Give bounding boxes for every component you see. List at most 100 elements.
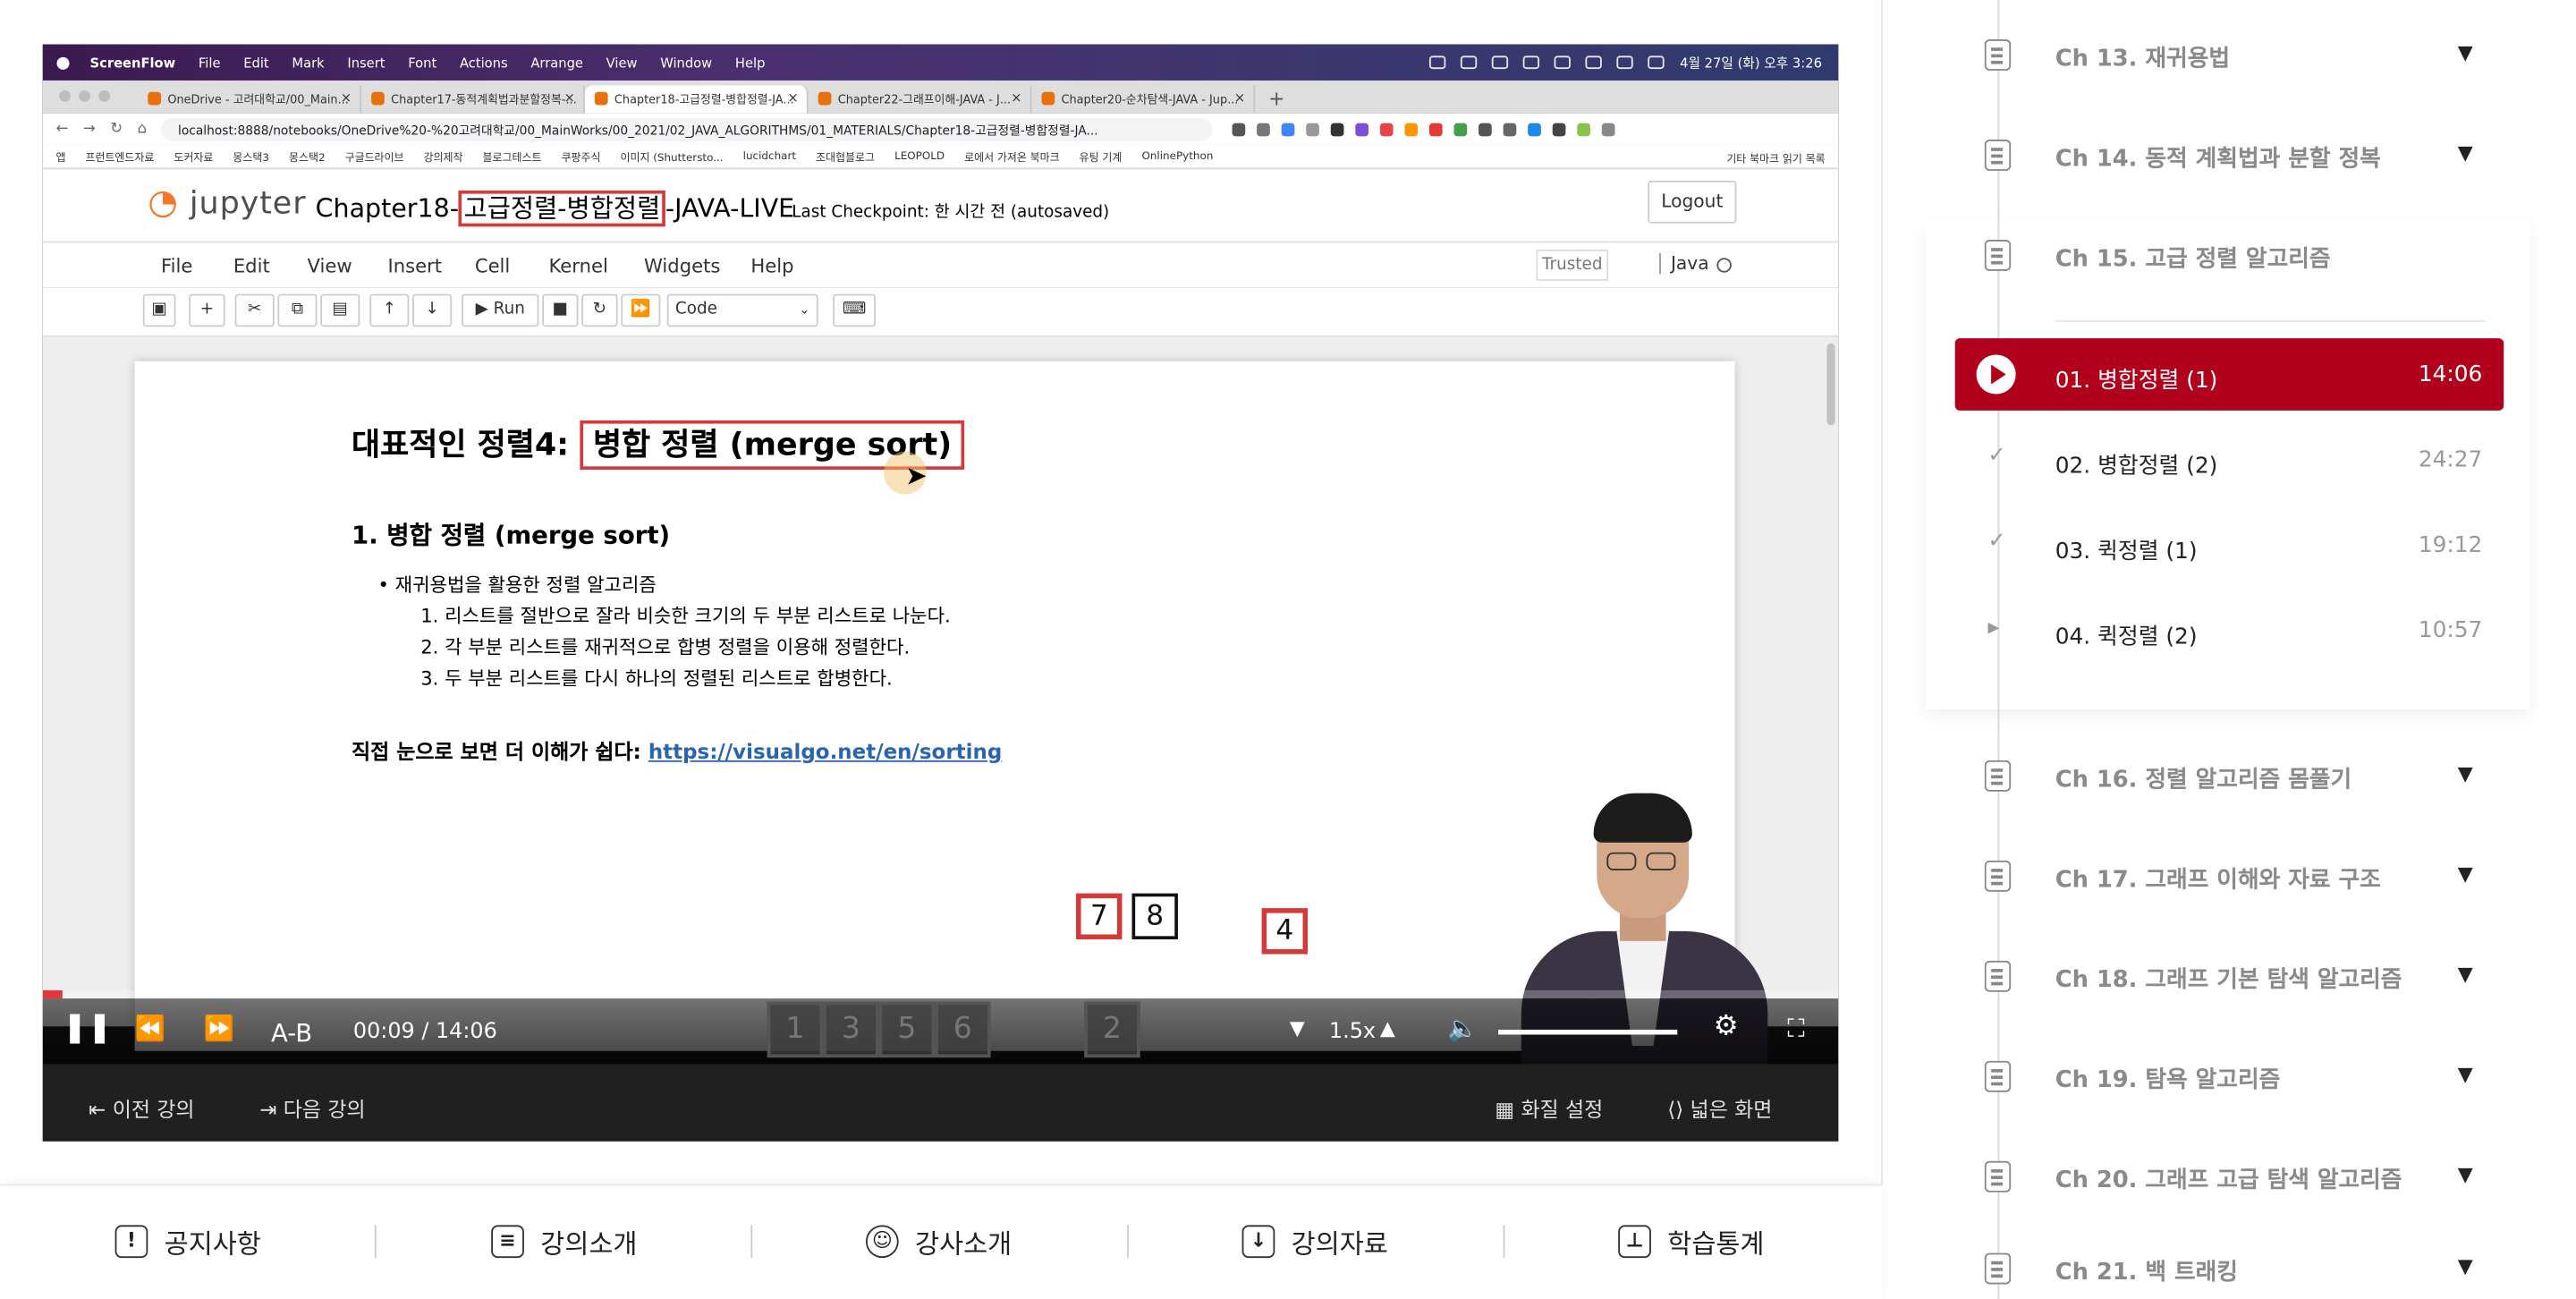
status-icon[interactable] xyxy=(1460,55,1477,70)
back-icon[interactable]: ← xyxy=(55,121,68,137)
extension-icon[interactable] xyxy=(1405,122,1419,136)
jupyter-menu-file[interactable]: File xyxy=(161,255,192,278)
chapter-row[interactable]: Ch 16. 정렬 알고리즘 몸풀기 ▼ xyxy=(1926,706,2530,806)
settings-gear-icon[interactable]: ⚙ xyxy=(1714,1010,1739,1043)
bookmark-item[interactable]: 앱 xyxy=(55,148,65,165)
next-lecture-button[interactable]: ⇥ 다음 강의 xyxy=(259,1092,365,1124)
chapter-row[interactable]: Ch 13. 재귀용법 ▼ xyxy=(1926,0,2530,85)
paste-icon[interactable]: ▤ xyxy=(320,293,360,327)
jupyter-menu-cell[interactable]: Cell xyxy=(475,255,510,278)
search-icon[interactable] xyxy=(1647,55,1664,70)
status-icon[interactable] xyxy=(1521,55,1539,70)
bookmark-item[interactable]: lucidchart xyxy=(743,149,796,163)
speed-up-icon[interactable]: ▲ xyxy=(1380,1016,1395,1040)
close-tab-icon[interactable]: × xyxy=(564,90,575,106)
bookmark-item[interactable]: LEOPOLD xyxy=(894,149,945,163)
jupyter-menu-help[interactable]: Help xyxy=(750,255,793,278)
bookmark-item[interactable]: 구글드라이브 xyxy=(345,148,404,165)
close-window-icon[interactable] xyxy=(59,89,71,102)
lesson-item[interactable]: ✓ 02. 병합정렬 (2) 24:27 xyxy=(1955,424,2504,497)
mac-menu-window[interactable]: Window xyxy=(660,55,712,70)
tab-notice[interactable]: ! 공지사항 xyxy=(114,1222,261,1261)
status-icon[interactable] xyxy=(1428,55,1445,70)
video-progress-bar[interactable] xyxy=(42,989,1839,999)
status-icon[interactable] xyxy=(1553,55,1571,70)
extension-icon[interactable] xyxy=(1504,122,1517,136)
new-tab-icon[interactable]: + xyxy=(1268,87,1284,110)
extension-icon[interactable] xyxy=(1233,122,1246,136)
mac-menu-view[interactable]: View xyxy=(606,55,638,70)
minimize-window-icon[interactable] xyxy=(79,89,91,102)
mac-menu-file[interactable]: File xyxy=(199,55,221,70)
jupyter-logo[interactable]: ◔ jupyter xyxy=(148,183,306,222)
chevron-down-icon[interactable]: ▼ xyxy=(2458,41,2473,64)
chevron-down-icon[interactable]: ▼ xyxy=(2458,141,2473,165)
bookmark-item[interactable]: 쿠팡주식 xyxy=(562,148,601,165)
run-button[interactable]: ▶ Run xyxy=(462,293,539,327)
profile-icon[interactable] xyxy=(1577,122,1591,136)
bookmark-item[interactable]: 이미지 (Shuttersto... xyxy=(620,148,723,165)
extension-icon[interactable] xyxy=(1257,122,1271,136)
chevron-down-icon[interactable]: ▼ xyxy=(2458,1163,2473,1186)
bookmark-item[interactable]: OnlinePython xyxy=(1141,149,1213,163)
jupyter-menu-edit[interactable]: Edit xyxy=(233,255,270,278)
tab-statistics[interactable]: ⊥ 학습통계 xyxy=(1618,1222,1764,1261)
trusted-indicator[interactable]: Trusted xyxy=(1536,250,1609,281)
extension-icon[interactable] xyxy=(1282,122,1296,136)
tab-course-intro[interactable]: ≡ 강의소개 xyxy=(491,1222,637,1261)
pause-icon[interactable]: ❚❚ xyxy=(63,1010,112,1045)
more-icon[interactable] xyxy=(1602,122,1616,136)
bookmark-item[interactable]: 로에서 가져온 북마크 xyxy=(964,148,1059,165)
bookmark-item[interactable]: 몽스택2 xyxy=(289,148,326,165)
chevron-down-icon[interactable]: ▼ xyxy=(2458,1254,2473,1278)
browser-tab-active[interactable]: Chapter18-고급정렬-병합정렬-JA... × xyxy=(584,85,809,114)
mac-menu-font[interactable]: Font xyxy=(408,55,436,70)
notebook-title[interactable]: Chapter18- 고급정렬-병합정렬 -JAVA-LIVE xyxy=(316,189,794,227)
quality-settings-button[interactable]: ▦ 화질 설정 xyxy=(1495,1092,1603,1124)
chapter-row[interactable]: Ch 18. 그래프 기본 탐색 알고리즘 ▼ xyxy=(1926,906,2530,1006)
rewind-icon[interactable]: ⏪ xyxy=(135,1014,165,1043)
wide-screen-button[interactable]: ⟨⟩ 넓은 화면 xyxy=(1667,1092,1772,1124)
jupyter-menu-view[interactable]: View xyxy=(307,255,352,278)
home-icon[interactable]: ⌂ xyxy=(138,121,148,137)
address-bar[interactable]: localhost:8888/notebooks/OneDrive%20-%20… xyxy=(161,117,1214,140)
visualgo-link[interactable]: https://visualgo.net/en/sorting xyxy=(648,739,1002,764)
mac-menu-insert[interactable]: Insert xyxy=(347,55,385,70)
stop-icon[interactable]: ■ xyxy=(542,293,579,327)
restart-icon[interactable]: ↻ xyxy=(581,293,618,327)
chevron-down-icon[interactable]: ▼ xyxy=(2458,762,2473,785)
puzzle-icon[interactable] xyxy=(1553,122,1567,136)
lesson-item[interactable]: ▶ 04. 퀵정렬 (2) 10:57 xyxy=(1955,595,2504,667)
close-tab-icon[interactable]: × xyxy=(1011,90,1021,106)
speed-down-icon[interactable]: ▼ xyxy=(1290,1016,1305,1040)
cut-icon[interactable]: ✂ xyxy=(234,293,275,327)
bookmark-item[interactable]: 블로그테스트 xyxy=(483,148,542,165)
bookmark-item[interactable]: 몽스택3 xyxy=(233,148,269,165)
mac-menu-actions[interactable]: Actions xyxy=(460,55,508,70)
battery-icon[interactable] xyxy=(1584,55,1601,70)
fullscreen-icon[interactable]: ⛶ xyxy=(1787,1014,1804,1043)
keyboard-icon[interactable]: ⌨ xyxy=(833,293,876,327)
chevron-down-icon[interactable]: ▼ xyxy=(2458,963,2473,986)
extension-icon[interactable] xyxy=(1306,122,1320,136)
jupyter-menu-kernel[interactable]: Kernel xyxy=(548,255,607,278)
chapter-row[interactable]: Ch 17. 그래프 이해와 자료 구조 ▼ xyxy=(1926,806,2530,906)
extension-icon[interactable] xyxy=(1454,122,1468,136)
ab-repeat-button[interactable]: A-B xyxy=(271,1018,312,1048)
cell-type-select[interactable]: Code ⌄ xyxy=(666,293,818,327)
close-tab-icon[interactable]: × xyxy=(341,90,352,106)
zoom-window-icon[interactable] xyxy=(98,89,111,102)
mac-menu-mark[interactable]: Mark xyxy=(292,55,324,70)
extension-icon[interactable] xyxy=(1380,122,1394,136)
save-icon[interactable]: ▣ xyxy=(142,293,176,327)
wifi-icon[interactable] xyxy=(1615,55,1632,70)
move-up-icon[interactable]: ↑ xyxy=(369,293,410,327)
bookmark-item[interactable]: 읽기 목록 xyxy=(1783,153,1826,166)
bookmark-item[interactable]: 프런트엔드자료 xyxy=(85,148,154,165)
extension-icon[interactable] xyxy=(1331,122,1345,136)
jupyter-menu-insert[interactable]: Insert xyxy=(387,255,442,278)
jupyter-menu-widgets[interactable]: Widgets xyxy=(644,255,720,278)
kernel-name[interactable]: Java xyxy=(1659,252,1709,275)
bookmark-item[interactable]: 강의제작 xyxy=(424,148,463,165)
move-down-icon[interactable]: ↓ xyxy=(412,293,453,327)
